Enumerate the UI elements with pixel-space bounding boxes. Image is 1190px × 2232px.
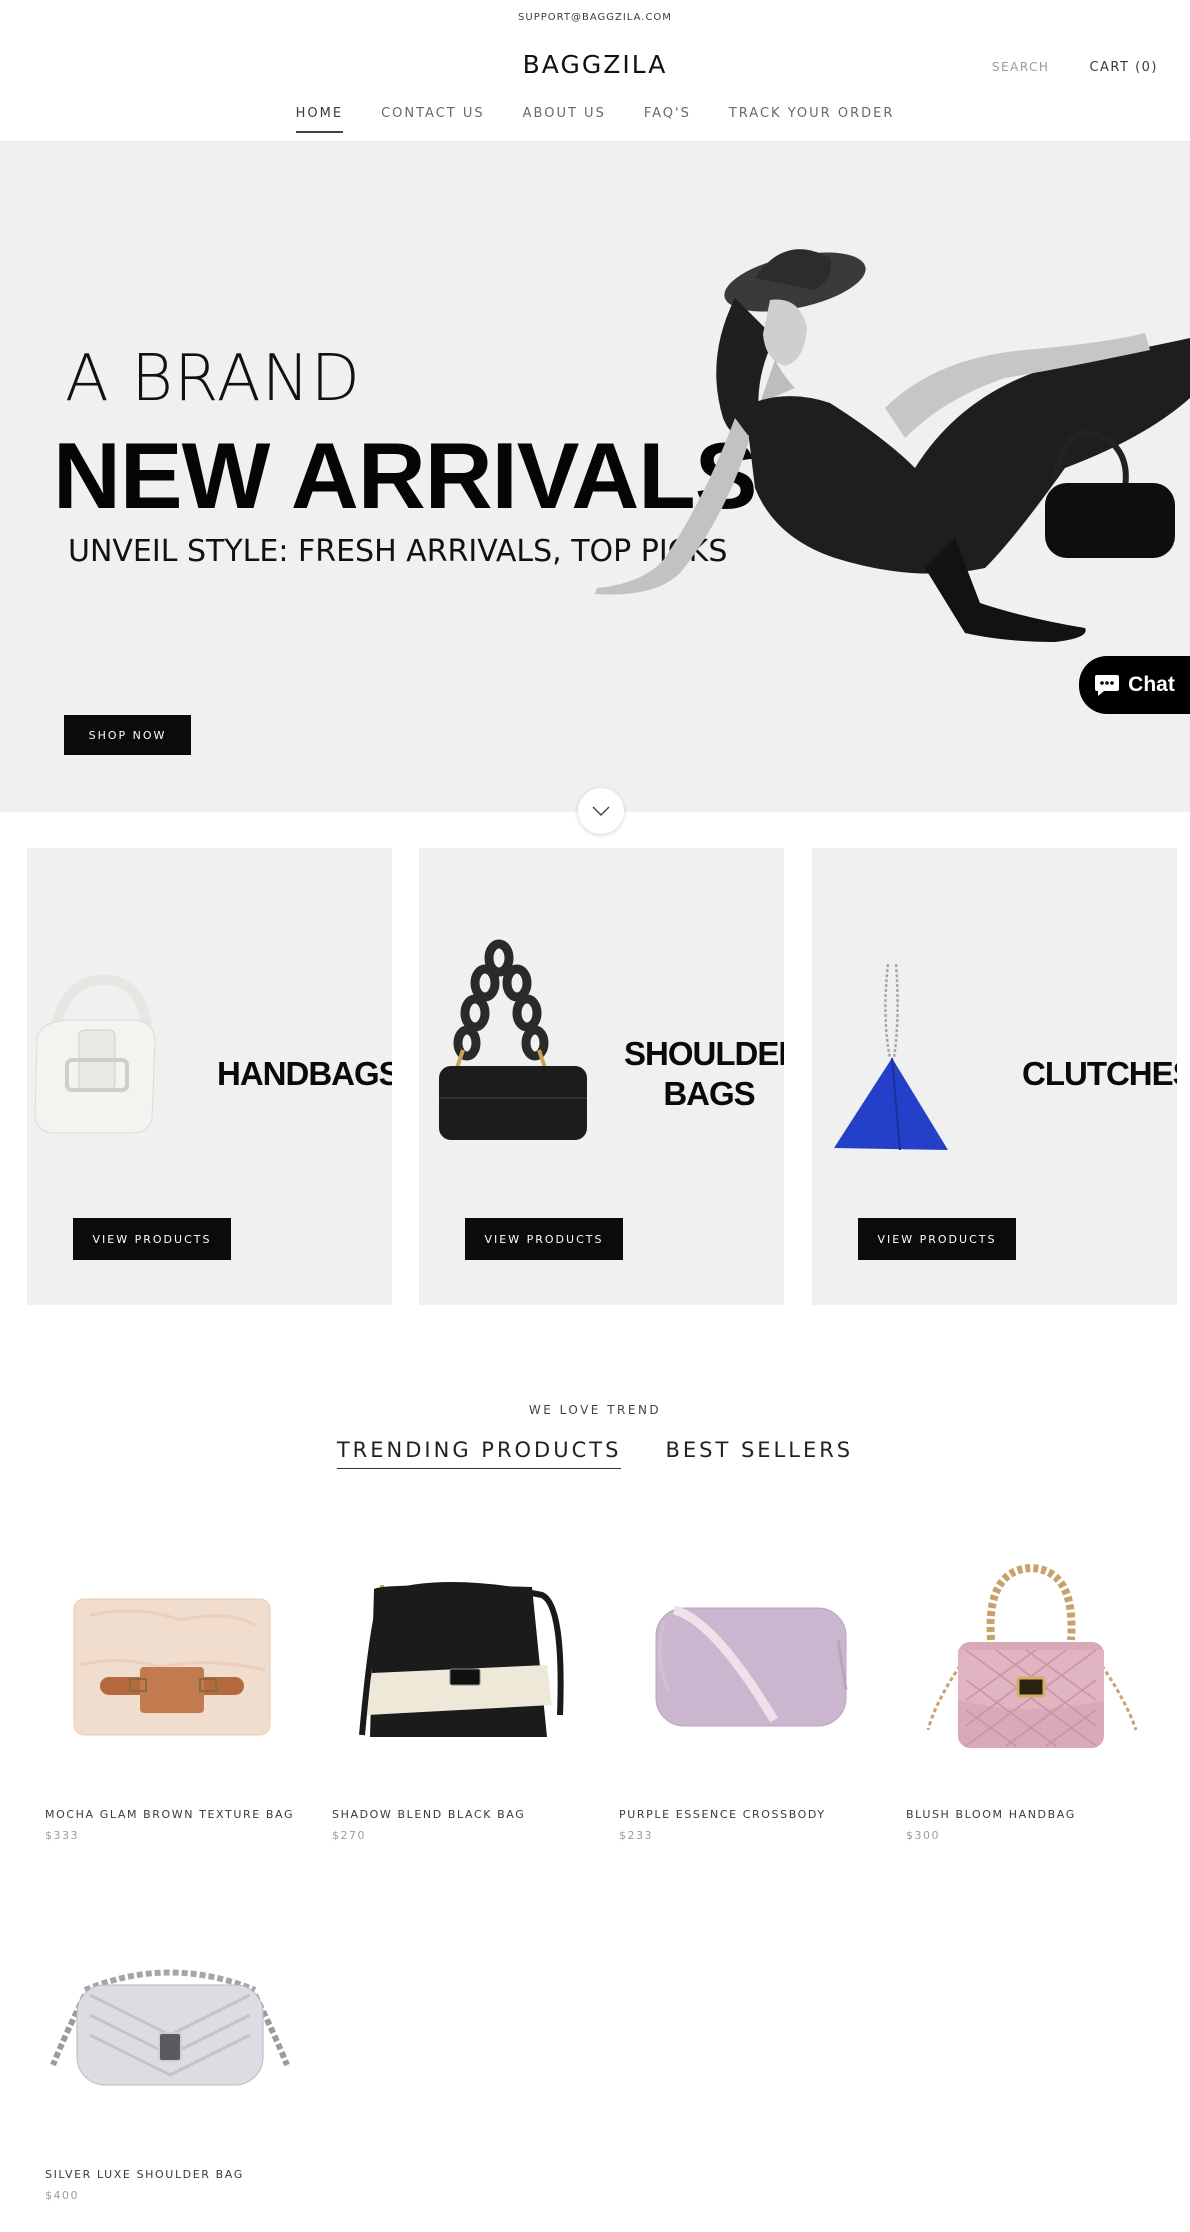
- nav-track-order[interactable]: TRACK YOUR ORDER: [729, 106, 895, 133]
- product-image[interactable]: [619, 1530, 869, 1790]
- chat-label: Chat: [1128, 673, 1175, 696]
- nav-faqs[interactable]: FAQ'S: [644, 106, 691, 133]
- product-card[interactable]: MOCHA GLAM BROWN TEXTURE BAG $333: [45, 1530, 295, 1842]
- tab-best-sellers[interactable]: BEST SELLERS: [665, 1438, 853, 1469]
- category-title-clutches: CLUTCHES: [1022, 1055, 1177, 1092]
- category-card-clutches[interactable]: CLUTCHES VIEW PRODUCTS: [812, 848, 1177, 1305]
- category-grid: HANDBAGS VIEW PRODUCTS SHOULDER BAGS VIE…: [27, 848, 1177, 1305]
- category-card-handbags[interactable]: HANDBAGS VIEW PRODUCTS: [27, 848, 392, 1305]
- product-card[interactable]: SILVER LUXE SHOULDER BAG $400: [45, 1890, 295, 2202]
- category-title-handbags: HANDBAGS: [217, 1055, 392, 1092]
- hero-heading-small: A BRAND: [65, 342, 361, 416]
- product-price: $270: [332, 1829, 366, 1842]
- handbag-product-image: [34, 974, 156, 1134]
- search-link[interactable]: SEARCH: [992, 60, 1050, 75]
- nav-contact-us[interactable]: CONTACT US: [381, 106, 485, 133]
- category-card-shoulder-bags[interactable]: SHOULDER BAGS VIEW PRODUCTS: [419, 848, 784, 1305]
- product-price: $400: [45, 2189, 79, 2202]
- chat-button[interactable]: Chat: [1079, 656, 1190, 714]
- product-image[interactable]: [332, 1530, 582, 1790]
- section-eyebrow: WE LOVE TREND: [528, 1403, 662, 1417]
- product-name[interactable]: PURPLE ESSENCE CROSSBODY: [619, 1808, 869, 1821]
- product-tabs: TRENDING PRODUCTS BEST SELLERS: [0, 1438, 1190, 1469]
- main-nav: HOME CONTACT US ABOUT US FAQ'S TRACK YOU…: [0, 106, 1190, 133]
- support-email[interactable]: SUPPORT@BAGGZILA.COM: [518, 12, 672, 23]
- category-title-shoulder-bags: SHOULDER BAGS: [624, 1035, 784, 1112]
- nav-about-us[interactable]: ABOUT US: [523, 106, 606, 133]
- product-price: $233: [619, 1829, 653, 1842]
- product-name[interactable]: BLUSH BLOOM HANDBAG: [906, 1808, 1156, 1821]
- product-card[interactable]: PURPLE ESSENCE CROSSBODY $233: [619, 1530, 869, 1842]
- cart-link[interactable]: CART (0): [1089, 60, 1158, 75]
- announcement-bar: SUPPORT@BAGGZILA.COM: [0, 0, 1190, 36]
- product-image[interactable]: [906, 1530, 1156, 1790]
- product-image[interactable]: [45, 1890, 295, 2150]
- chat-bubble-icon: [1095, 675, 1120, 696]
- product-image[interactable]: [45, 1530, 295, 1790]
- product-name[interactable]: SILVER LUXE SHOULDER BAG: [45, 2168, 295, 2181]
- chevron-down-icon: [592, 806, 610, 816]
- hero-model-image: [595, 249, 1190, 642]
- product-price: $300: [906, 1829, 940, 1842]
- hero-banner: A BRAND NEW ARRIVALS UNVEIL STYLE: FRESH…: [0, 142, 1190, 812]
- tab-trending-products[interactable]: TRENDING PRODUCTS: [336, 1438, 622, 1469]
- product-card[interactable]: BLUSH BLOOM HANDBAG $300: [906, 1530, 1156, 1842]
- view-products-shoulder-bags-button[interactable]: VIEW PRODUCTS: [465, 1218, 623, 1260]
- product-card[interactable]: SHADOW BLEND BLACK BAG $270: [332, 1530, 582, 1842]
- view-products-handbags-button[interactable]: VIEW PRODUCTS: [73, 1218, 231, 1260]
- product-price: $333: [45, 1829, 79, 1842]
- clutch-product-image: [834, 963, 948, 1151]
- product-name[interactable]: SHADOW BLEND BLACK BAG: [332, 1808, 582, 1821]
- shop-now-button[interactable]: SHOP NOW: [64, 715, 191, 755]
- nav-home[interactable]: HOME: [295, 106, 344, 133]
- header-tools: SEARCH CART (0): [992, 60, 1158, 75]
- scroll-down-button[interactable]: [578, 788, 624, 834]
- view-products-clutches-button[interactable]: VIEW PRODUCTS: [858, 1218, 1016, 1260]
- product-name[interactable]: MOCHA GLAM BROWN TEXTURE BAG: [45, 1808, 295, 1821]
- shoulder-bag-product-image: [439, 939, 587, 1140]
